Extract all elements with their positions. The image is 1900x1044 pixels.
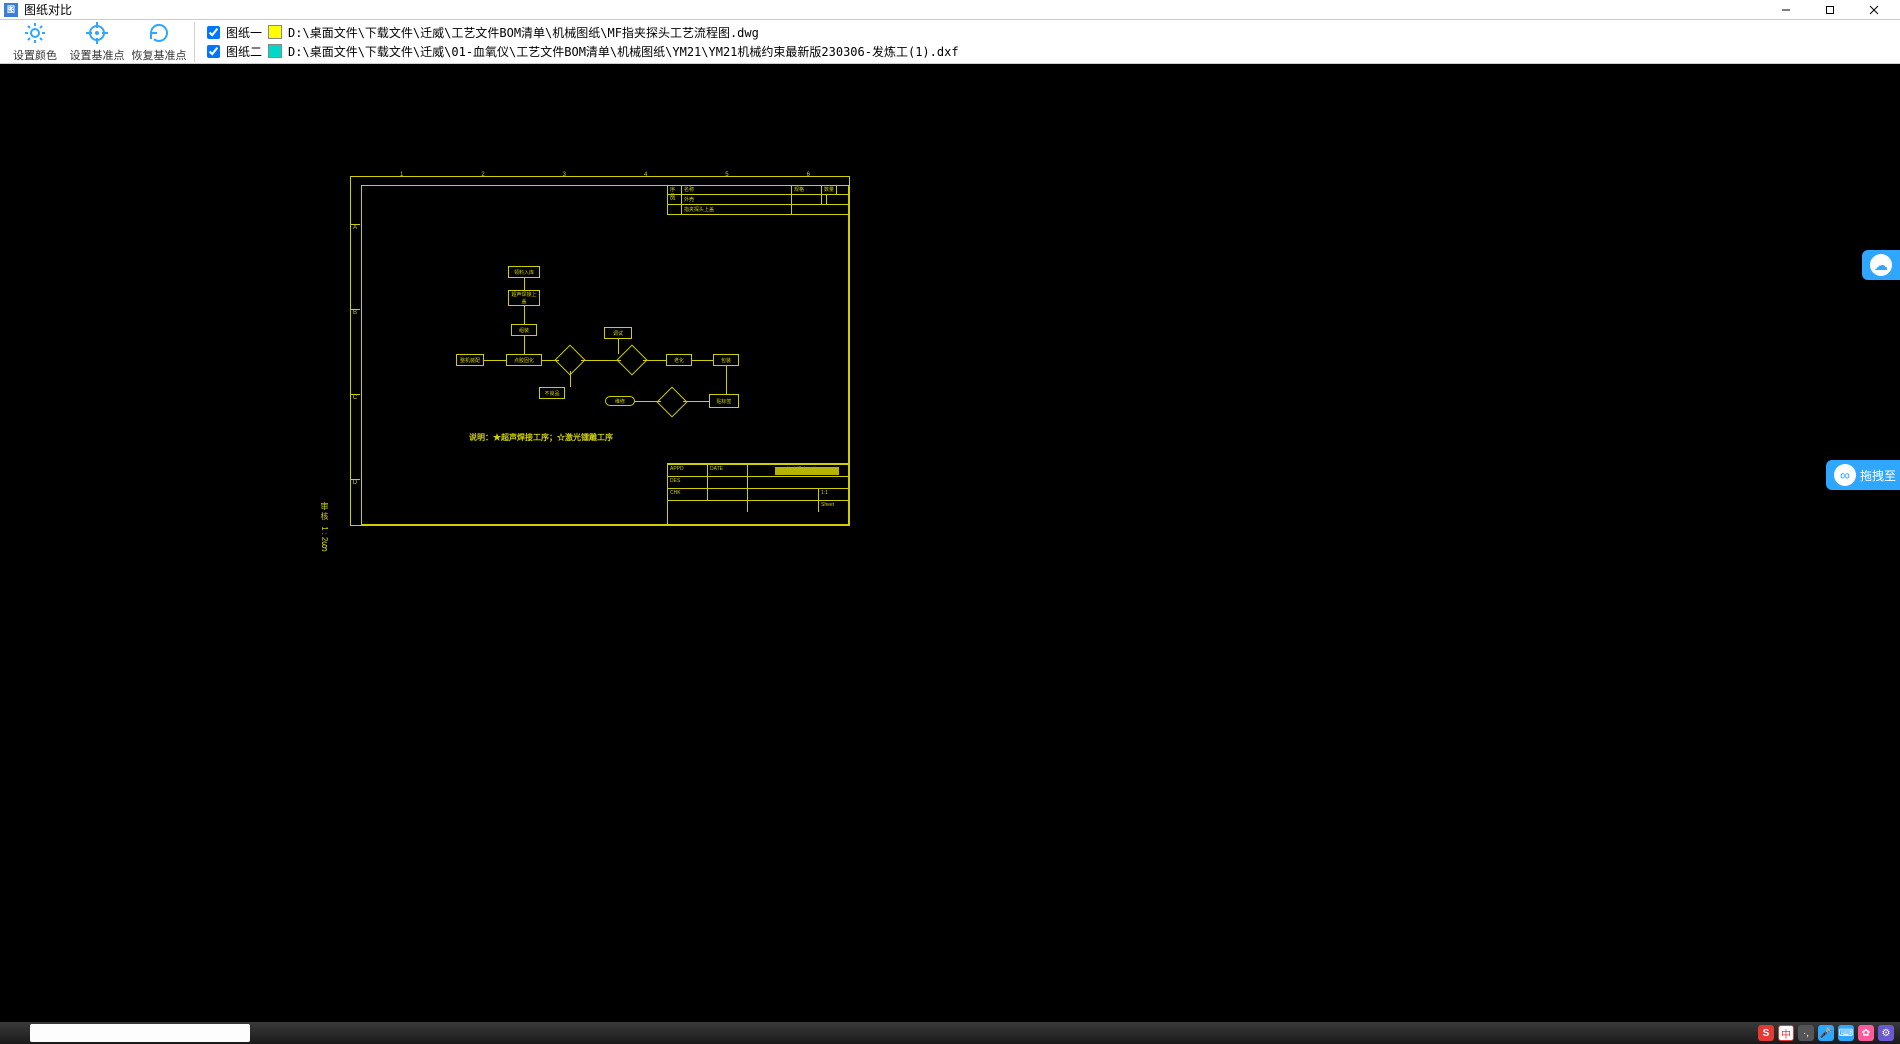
diff-highlight [775,467,839,475]
drawing-1-checkbox[interactable] [207,26,220,39]
minimize-button[interactable] [1764,0,1808,20]
tray-punct-icon[interactable]: ·, [1798,1025,1814,1041]
ime-sogou-icon[interactable]: S [1758,1025,1774,1041]
system-tray: S 中 ·, 🎤 ⌨ ✿ ⚙ [1758,1025,1900,1041]
color-settings-button[interactable]: 设置颜色 [4,20,66,64]
title-block: APPDDATEMF指夹探头工艺 DES CHK1:1 Sheet [667,463,849,525]
drawing-2-label: 图纸二 [226,43,262,60]
taskbar-item[interactable] [30,1024,250,1042]
side-glyph-icon: § [321,539,328,553]
drag-float-button[interactable]: ∞ 拖拽至 [1826,460,1900,490]
flow-node: 不良品 [539,387,565,399]
drawing-2-path: D:\桌面文件\下载文件\迁威\01-血氧仪\工艺文件BOM清单\机械图纸\YM… [288,43,959,60]
restore-datum-button[interactable]: 恢复基准点 [128,20,190,64]
flow-node: 超声焊接上盖 [508,290,540,306]
flow-decision [559,349,581,371]
flow-node: 调试 [604,327,632,339]
color-settings-label: 设置颜色 [13,47,57,63]
parts-table: 序号名称规格数量 01外壳 指夹探头上盖 [667,185,849,215]
flow-node: 老化 [666,354,692,366]
side-label: 审核 1:2 [319,502,330,543]
flow-node: 贴标签 [709,394,739,408]
window-title: 图纸对比 [24,1,1764,18]
drawing-canvas[interactable]: 1 2 3 4 5 6 A B C D 序号名称规格数量 01外壳 指夹探头上盖 [0,64,1900,1022]
share-icon: ∞ [1834,464,1856,486]
drawing-2-checkbox[interactable] [207,45,220,58]
drawing-note: 说明：★超声焊接工序；☆激光镭雕工序 [469,432,613,443]
drawing-1-color-swatch[interactable] [268,25,282,39]
undo-icon [147,21,171,45]
drag-float-label: 拖拽至 [1860,467,1896,484]
tray-tool-icon[interactable]: ⚙ [1878,1025,1894,1041]
close-button[interactable] [1852,0,1896,20]
toolbar-separator [194,22,195,62]
tray-mic-icon[interactable]: 🎤 [1818,1025,1834,1041]
drawing-2-color-swatch[interactable] [268,44,282,58]
tray-keyboard-icon[interactable]: ⌨ [1838,1025,1854,1041]
app-icon: 图 [4,3,18,17]
flow-node: 领料入库 [508,266,540,278]
maximize-button[interactable] [1808,0,1852,20]
set-datum-button[interactable]: 设置基准点 [66,20,128,64]
drawing-1-path: D:\桌面文件\下载文件\迁威\工艺文件BOM清单\机械图纸\MF指夹探头工艺流… [288,24,759,41]
flow-terminal: 维修 [605,396,635,406]
flow-node: 组装 [511,324,537,336]
flow-node: 包装 [713,354,739,366]
flow-node: 整机装配 [456,354,484,366]
drawing-2-row: 图纸二 D:\桌面文件\下载文件\迁威\01-血氧仪\工艺文件BOM清单\机械图… [207,43,959,60]
flow-decision [621,349,643,371]
cloud-icon: ☁ [1870,254,1892,276]
drawing-1-row: 图纸一 D:\桌面文件\下载文件\迁威\工艺文件BOM清单\机械图纸\MF指夹探… [207,24,959,41]
flow-node: 点胶固化 [506,354,542,366]
taskbar[interactable]: S 中 ·, 🎤 ⌨ ✿ ⚙ [0,1022,1900,1044]
gear-icon [23,21,47,45]
flow-decision [661,391,683,413]
drawing-1-label: 图纸一 [226,24,262,41]
restore-datum-label: 恢复基准点 [132,47,187,63]
ime-lang-icon[interactable]: 中 [1778,1025,1794,1041]
set-datum-label: 设置基准点 [70,47,125,63]
cloud-float-button[interactable]: ☁ [1862,250,1900,280]
cad-drawing: 1 2 3 4 5 6 A B C D 序号名称规格数量 01外壳 指夹探头上盖 [350,176,850,526]
tray-skin-icon[interactable]: ✿ [1858,1025,1874,1041]
target-icon [85,21,109,45]
